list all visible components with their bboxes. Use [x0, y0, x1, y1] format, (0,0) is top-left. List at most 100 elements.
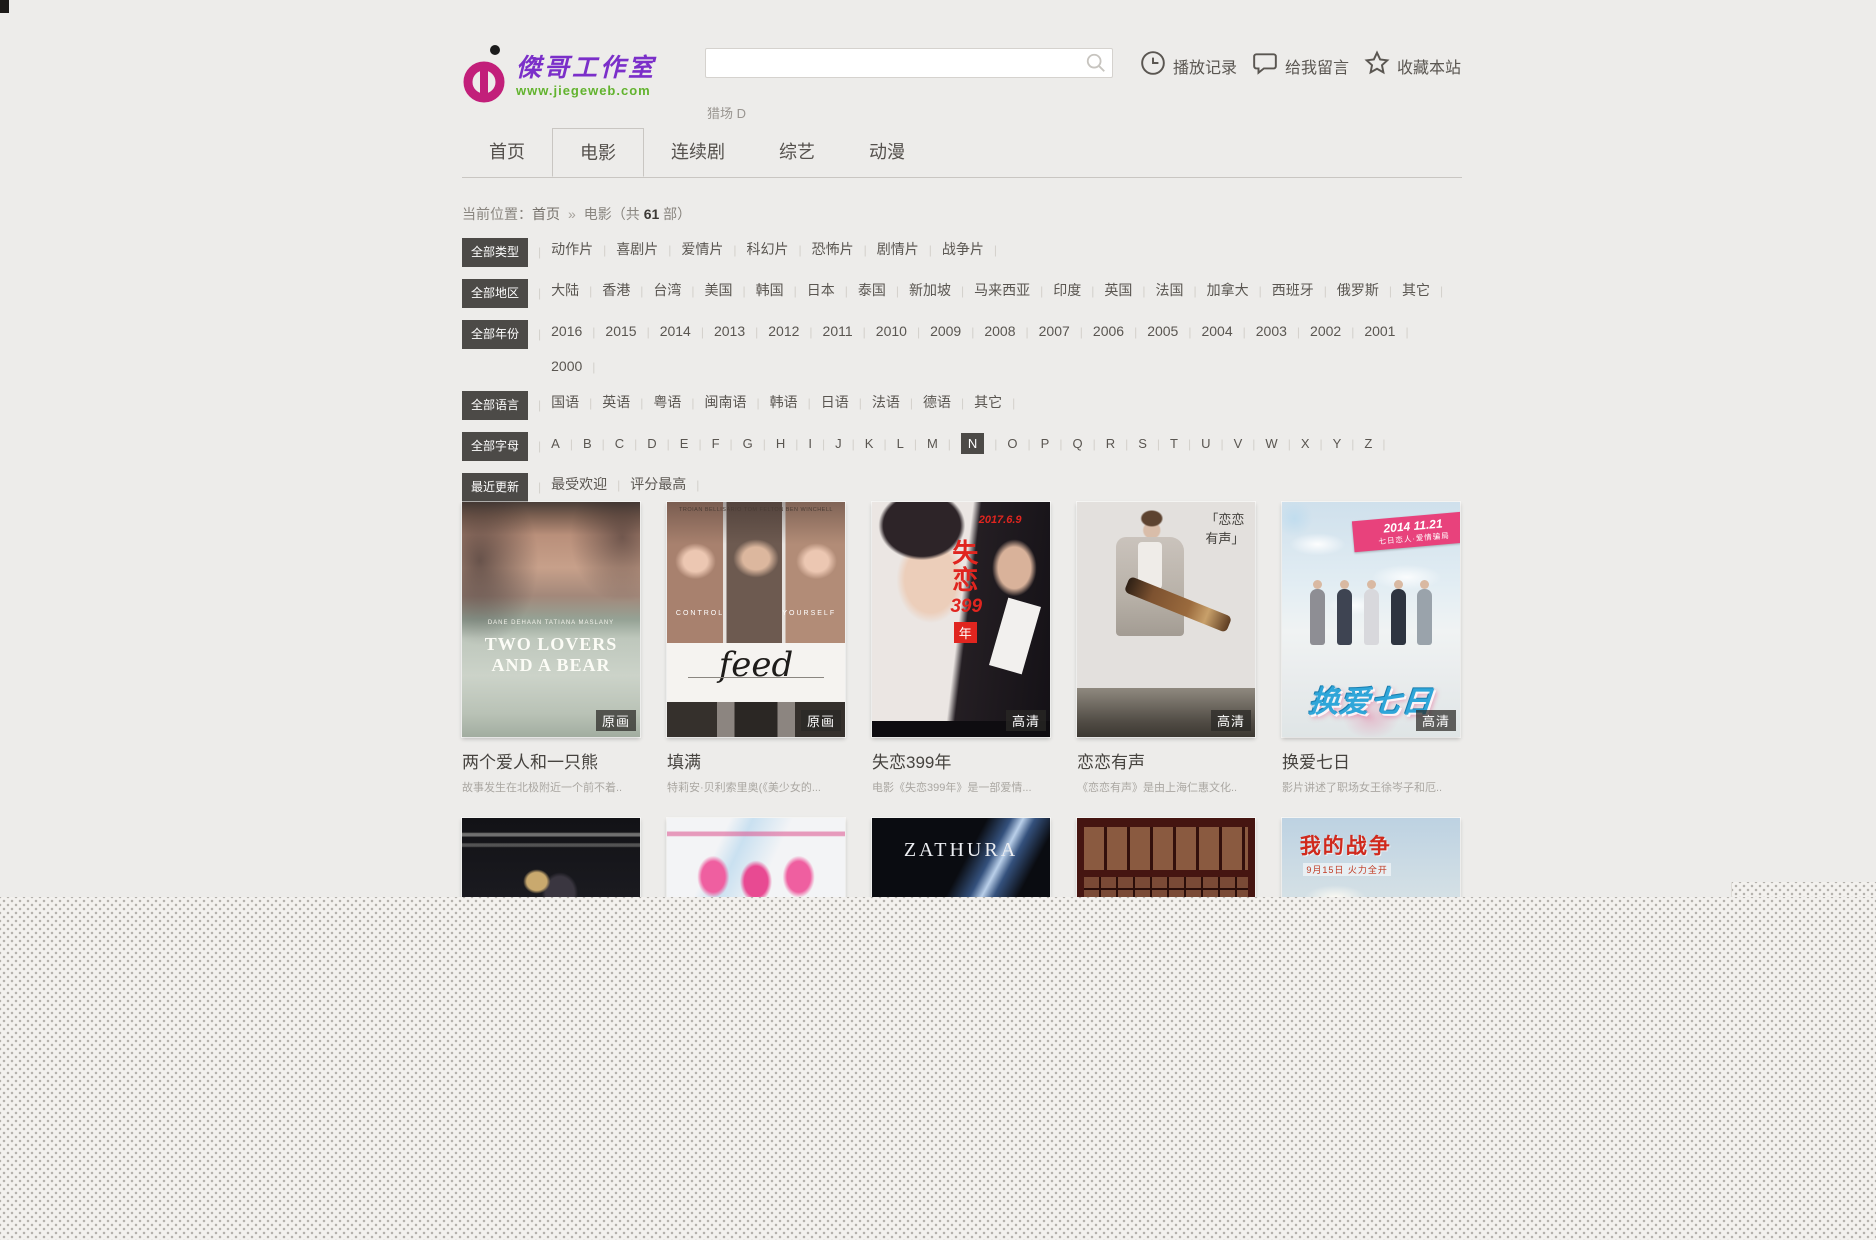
year-option[interactable]: 2009 — [930, 320, 984, 344]
year-option[interactable]: 2006 — [1093, 320, 1147, 344]
type-option[interactable]: 爱情片 — [681, 238, 746, 262]
region-option[interactable]: 新加坡 — [909, 279, 974, 303]
filter-all-letters-button[interactable]: 全部字母 — [462, 432, 528, 461]
letter-option[interactable]: I — [808, 432, 835, 456]
letter-option[interactable]: R — [1106, 432, 1139, 456]
language-option[interactable]: 日语 — [821, 391, 872, 415]
letter-option[interactable]: K — [865, 432, 897, 456]
letter-option[interactable]: V — [1234, 432, 1266, 456]
language-option[interactable]: 韩语 — [770, 391, 821, 415]
movie-poster[interactable]: 2017.6.9 失恋 399 年 高清 — [872, 502, 1050, 737]
movie-poster[interactable]: TROIAN BELLISARIO TOM FELTON BEN WINCHEL… — [667, 502, 845, 737]
type-option[interactable]: 恐怖片 — [812, 238, 877, 262]
type-option[interactable]: 动作片 — [551, 238, 616, 262]
letter-option[interactable]: U — [1201, 432, 1234, 456]
letter-option[interactable]: P — [1041, 432, 1073, 456]
letter-option[interactable]: E — [680, 432, 712, 456]
region-option[interactable]: 加拿大 — [1207, 279, 1272, 303]
letter-option[interactable]: M — [927, 432, 961, 456]
letter-option[interactable]: C — [615, 432, 648, 456]
type-option[interactable]: 喜剧片 — [616, 238, 681, 262]
year-option[interactable]: 2007 — [1039, 320, 1093, 344]
region-option[interactable]: 大陆 — [551, 279, 602, 303]
nav-tab[interactable]: 动漫 — [842, 128, 932, 177]
region-option[interactable]: 印度 — [1053, 279, 1104, 303]
region-option[interactable]: 俄罗斯 — [1337, 279, 1402, 303]
year-option[interactable]: 2002 — [1310, 320, 1364, 344]
nav-tab[interactable]: 电影 — [552, 128, 644, 177]
year-option[interactable]: 2012 — [768, 320, 822, 344]
movie-title[interactable]: 两个爱人和一只熊 — [462, 748, 640, 773]
language-option[interactable]: 粤语 — [653, 391, 704, 415]
year-option[interactable]: 2014 — [660, 320, 714, 344]
movie-poster[interactable]: 2014 11.21 七日恋人·爱情骗局 换爱七日 高清 — [1282, 502, 1460, 737]
nav-tab[interactable]: 综艺 — [752, 128, 842, 177]
letter-option[interactable]: D — [647, 432, 680, 456]
movie-poster[interactable]: 「恋恋 有声」 高清 — [1077, 502, 1255, 737]
language-option[interactable]: 国语 — [551, 391, 602, 415]
filter-all-languages-button[interactable]: 全部语言 — [462, 391, 528, 420]
region-option[interactable]: 法国 — [1156, 279, 1207, 303]
region-option[interactable]: 美国 — [705, 279, 756, 303]
hot-search-keyword[interactable]: 猎场 D — [707, 103, 746, 122]
letter-option[interactable]: Z — [1364, 432, 1395, 456]
filter-all-years-button[interactable]: 全部年份 — [462, 320, 528, 349]
region-option[interactable]: 台湾 — [653, 279, 704, 303]
year-option[interactable]: 2008 — [984, 320, 1038, 344]
region-option[interactable]: 其它 — [1402, 279, 1453, 303]
letter-option[interactable]: X — [1301, 432, 1333, 456]
filter-all-types-button[interactable]: 全部类型 — [462, 238, 528, 267]
type-option[interactable]: 战争片 — [942, 238, 1007, 262]
year-option[interactable]: 2016 — [551, 320, 605, 344]
play-history-link[interactable]: 播放记录 — [1140, 50, 1237, 81]
year-option[interactable]: 2001 — [1364, 320, 1418, 344]
breadcrumb-home-link[interactable]: 首页 — [532, 206, 560, 222]
year-option[interactable]: 2013 — [714, 320, 768, 344]
language-option[interactable]: 闽南语 — [705, 391, 770, 415]
letter-option[interactable]: N — [961, 432, 1008, 456]
region-option[interactable]: 马来西亚 — [974, 279, 1053, 303]
sort-option[interactable]: 评分最高 — [630, 473, 709, 497]
letter-option[interactable]: H — [776, 432, 809, 456]
movie-title[interactable]: 失恋399年 — [872, 748, 1050, 773]
letter-option[interactable]: Y — [1333, 432, 1365, 456]
year-option[interactable]: 2005 — [1147, 320, 1201, 344]
movie-poster[interactable]: DANE DEHAAN TATIANA MASLANY TWO LOVERS A… — [462, 502, 640, 737]
bookmark-site-link[interactable]: 收藏本站 — [1364, 50, 1461, 81]
year-option[interactable]: 2011 — [823, 320, 876, 344]
type-option[interactable]: 科幻片 — [747, 238, 812, 262]
site-logo[interactable]: 傑哥工作室 www.jiegeweb.com — [462, 40, 656, 110]
language-option[interactable]: 英语 — [602, 391, 653, 415]
letter-option[interactable]: O — [1007, 432, 1040, 456]
sort-option[interactable]: 最受欢迎 — [551, 473, 630, 497]
movie-title[interactable]: 恋恋有声 — [1077, 748, 1255, 773]
region-option[interactable]: 韩国 — [756, 279, 807, 303]
region-option[interactable]: 香港 — [602, 279, 653, 303]
movie-title[interactable]: 填满 — [667, 748, 845, 773]
type-option[interactable]: 剧情片 — [877, 238, 942, 262]
letter-option[interactable]: W — [1265, 432, 1300, 456]
letter-option[interactable]: L — [897, 432, 927, 456]
language-option[interactable]: 德语 — [923, 391, 974, 415]
nav-tab[interactable]: 连续剧 — [644, 128, 752, 177]
region-option[interactable]: 泰国 — [858, 279, 909, 303]
year-option[interactable]: 2003 — [1256, 320, 1310, 344]
language-option[interactable]: 法语 — [872, 391, 923, 415]
region-option[interactable]: 英国 — [1104, 279, 1155, 303]
year-option[interactable]: 2015 — [605, 320, 659, 344]
sort-recent-button[interactable]: 最近更新 — [462, 473, 528, 502]
letter-option[interactable]: J — [835, 432, 865, 456]
nav-tab[interactable]: 首页 — [462, 128, 552, 177]
search-button[interactable] — [1084, 52, 1108, 76]
search-input[interactable] — [712, 51, 1076, 77]
letter-option[interactable]: G — [743, 432, 776, 456]
movie-title[interactable]: 换爱七日 — [1282, 748, 1460, 773]
letter-option[interactable]: S — [1138, 432, 1170, 456]
year-option[interactable]: 2010 — [876, 320, 930, 344]
letter-option[interactable]: T — [1170, 432, 1201, 456]
region-option[interactable]: 西班牙 — [1272, 279, 1337, 303]
letter-option[interactable]: B — [583, 432, 615, 456]
letter-option[interactable]: A — [551, 432, 583, 456]
year-option[interactable]: 2000 — [551, 355, 605, 379]
letter-option[interactable]: F — [712, 432, 743, 456]
